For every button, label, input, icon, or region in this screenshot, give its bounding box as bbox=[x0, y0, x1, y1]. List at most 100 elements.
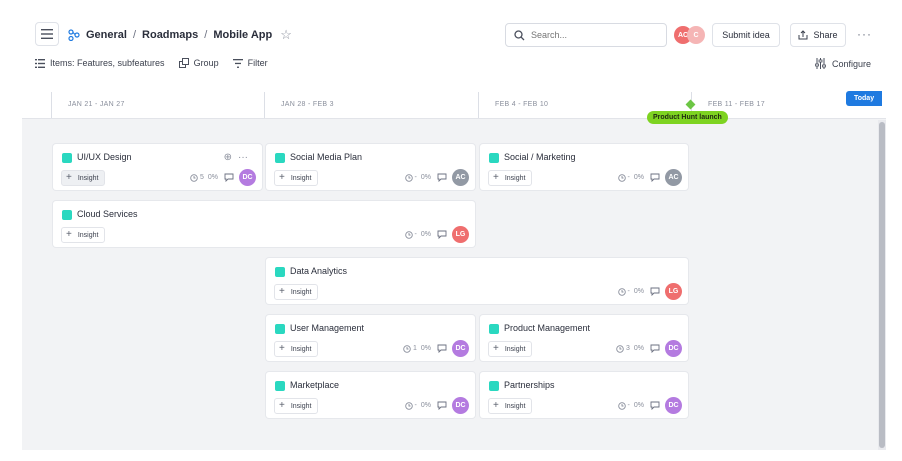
feature-card[interactable]: Product Management + Insight 3 0% DC bbox=[480, 315, 688, 361]
comment-icon[interactable] bbox=[437, 401, 447, 410]
owner-avatar[interactable]: AC bbox=[665, 169, 682, 186]
clock-icon bbox=[404, 401, 413, 410]
owner-avatar[interactable]: DC bbox=[665, 340, 682, 357]
comment-icon[interactable] bbox=[650, 287, 660, 296]
feature-card[interactable]: Social Media Plan + Insight -0% AC bbox=[266, 144, 475, 190]
breadcrumb-general[interactable]: General bbox=[86, 29, 127, 41]
feature-color-square bbox=[275, 267, 285, 277]
configure-label: Configure bbox=[832, 58, 872, 69]
add-insight-button[interactable]: + Insight bbox=[61, 170, 106, 186]
submit-idea-button[interactable]: Submit idea bbox=[712, 23, 780, 47]
add-insight-button[interactable]: + Insight bbox=[61, 227, 106, 243]
owner-avatar[interactable]: LG bbox=[452, 226, 469, 243]
timeline-week-label: JAN 28 - FEB 3 bbox=[264, 92, 478, 118]
feature-title[interactable]: User Management bbox=[290, 323, 364, 333]
breadcrumb-roadmaps[interactable]: Roadmaps bbox=[142, 29, 198, 41]
feature-title[interactable]: UI/UX Design bbox=[77, 152, 132, 162]
search-box[interactable] bbox=[505, 23, 667, 47]
clock-icon bbox=[404, 173, 413, 182]
list-icon bbox=[35, 58, 45, 68]
more-options-icon[interactable]: ··· bbox=[857, 27, 872, 41]
feature-title[interactable]: Cloud Services bbox=[77, 209, 138, 219]
add-insight-button[interactable]: + Insight bbox=[488, 170, 533, 186]
feature-title[interactable]: Data Analytics bbox=[290, 266, 347, 276]
comment-icon[interactable] bbox=[437, 173, 447, 182]
add-insight-button[interactable]: + Insight bbox=[274, 398, 319, 414]
comment-icon[interactable] bbox=[650, 173, 660, 182]
comment-icon[interactable] bbox=[650, 401, 660, 410]
configure-button[interactable]: Configure bbox=[815, 58, 871, 69]
plus-icon: + bbox=[279, 286, 285, 297]
comment-icon[interactable] bbox=[650, 344, 660, 353]
feature-title[interactable]: Social Media Plan bbox=[290, 152, 362, 162]
today-button[interactable]: Today bbox=[846, 91, 883, 106]
add-subfeature-icon[interactable]: ⊕ bbox=[224, 152, 232, 163]
progress-percent: 0% bbox=[633, 345, 644, 352]
feature-card[interactable]: Marketplace + Insight -0% DC bbox=[266, 372, 475, 418]
card-meta: 1 0% bbox=[403, 344, 447, 353]
feature-title[interactable]: Product Management bbox=[504, 323, 590, 333]
owner-avatar[interactable]: DC bbox=[239, 169, 256, 186]
add-insight-button[interactable]: + Insight bbox=[488, 341, 533, 357]
progress-percent: 0% bbox=[420, 231, 431, 238]
search-input[interactable] bbox=[531, 30, 651, 40]
insight-label: Insight bbox=[77, 174, 99, 182]
group-button[interactable]: Group bbox=[178, 58, 219, 68]
plus-icon: + bbox=[279, 172, 285, 183]
avatar[interactable]: C bbox=[687, 26, 705, 44]
feature-color-square bbox=[275, 381, 285, 391]
owner-avatar[interactable]: DC bbox=[452, 397, 469, 414]
feature-card[interactable]: Partnerships + Insight -0% DC bbox=[480, 372, 688, 418]
feature-card[interactable]: Data Analytics + Insight -0% LG bbox=[266, 258, 688, 304]
plus-icon: + bbox=[493, 343, 499, 354]
plus-icon: + bbox=[66, 172, 72, 183]
progress-percent: 0% bbox=[420, 174, 431, 181]
items-filter-button[interactable]: Items: Features, subfeatures bbox=[35, 58, 165, 68]
timeline-week-label: JAN 21 - JAN 27 bbox=[51, 92, 264, 118]
milestone-label[interactable]: Product Hunt launch bbox=[647, 111, 728, 124]
clock-icon bbox=[616, 344, 624, 353]
feature-card[interactable]: Cloud Services + Insight -0% LG bbox=[53, 201, 475, 247]
clock-icon bbox=[617, 173, 626, 182]
roadmap-icon bbox=[68, 29, 80, 41]
owner-avatar[interactable]: LG bbox=[665, 283, 682, 300]
hamburger-menu-button[interactable] bbox=[35, 22, 59, 46]
add-insight-button[interactable]: + Insight bbox=[274, 170, 319, 186]
add-insight-button[interactable]: + Insight bbox=[488, 398, 533, 414]
owner-avatar[interactable]: AC bbox=[452, 169, 469, 186]
feature-card[interactable]: UI/UX Design ⊕ ··· + Insight 5 0% DC bbox=[53, 144, 262, 190]
feature-title[interactable]: Social / Marketing bbox=[504, 152, 576, 162]
add-insight-button[interactable]: + Insight bbox=[274, 341, 319, 357]
favorite-star-icon[interactable]: ☆ bbox=[280, 27, 292, 43]
card-actions: ⊕ ··· bbox=[224, 152, 248, 163]
scrollbar-thumb[interactable] bbox=[879, 122, 885, 448]
filter-button[interactable]: Filter bbox=[232, 58, 268, 68]
breadcrumb-mobile-app[interactable]: Mobile App bbox=[213, 29, 272, 41]
share-button[interactable]: Share bbox=[790, 23, 846, 47]
card-meta: -0% bbox=[617, 287, 660, 296]
comment-icon[interactable] bbox=[437, 230, 447, 239]
feature-title[interactable]: Marketplace bbox=[290, 380, 339, 390]
comment-icon[interactable] bbox=[224, 173, 234, 182]
owner-avatar[interactable]: DC bbox=[452, 340, 469, 357]
more-options-icon[interactable]: ··· bbox=[238, 152, 248, 163]
collaborator-avatars[interactable]: AC C bbox=[674, 26, 705, 44]
feature-card[interactable]: Social / Marketing + Insight -0% AC bbox=[480, 144, 688, 190]
progress-percent: 0% bbox=[207, 174, 218, 181]
insight-count: 1 bbox=[412, 345, 417, 352]
progress-percent: 0% bbox=[420, 402, 431, 409]
feature-card[interactable]: User Management + Insight 1 0% DC bbox=[266, 315, 475, 361]
filter-icon bbox=[232, 58, 243, 68]
comment-icon[interactable] bbox=[437, 344, 447, 353]
add-insight-button[interactable]: + Insight bbox=[274, 284, 319, 300]
plus-icon: + bbox=[279, 400, 285, 411]
feature-color-square bbox=[62, 153, 72, 163]
plus-icon: + bbox=[493, 400, 499, 411]
clock-icon bbox=[617, 401, 626, 410]
insight-label: Insight bbox=[290, 288, 312, 296]
feature-title[interactable]: Partnerships bbox=[504, 380, 555, 390]
insight-label: Insight bbox=[290, 402, 312, 410]
owner-avatar[interactable]: DC bbox=[665, 397, 682, 414]
insight-count: - bbox=[627, 402, 630, 409]
insight-count: - bbox=[414, 231, 417, 238]
